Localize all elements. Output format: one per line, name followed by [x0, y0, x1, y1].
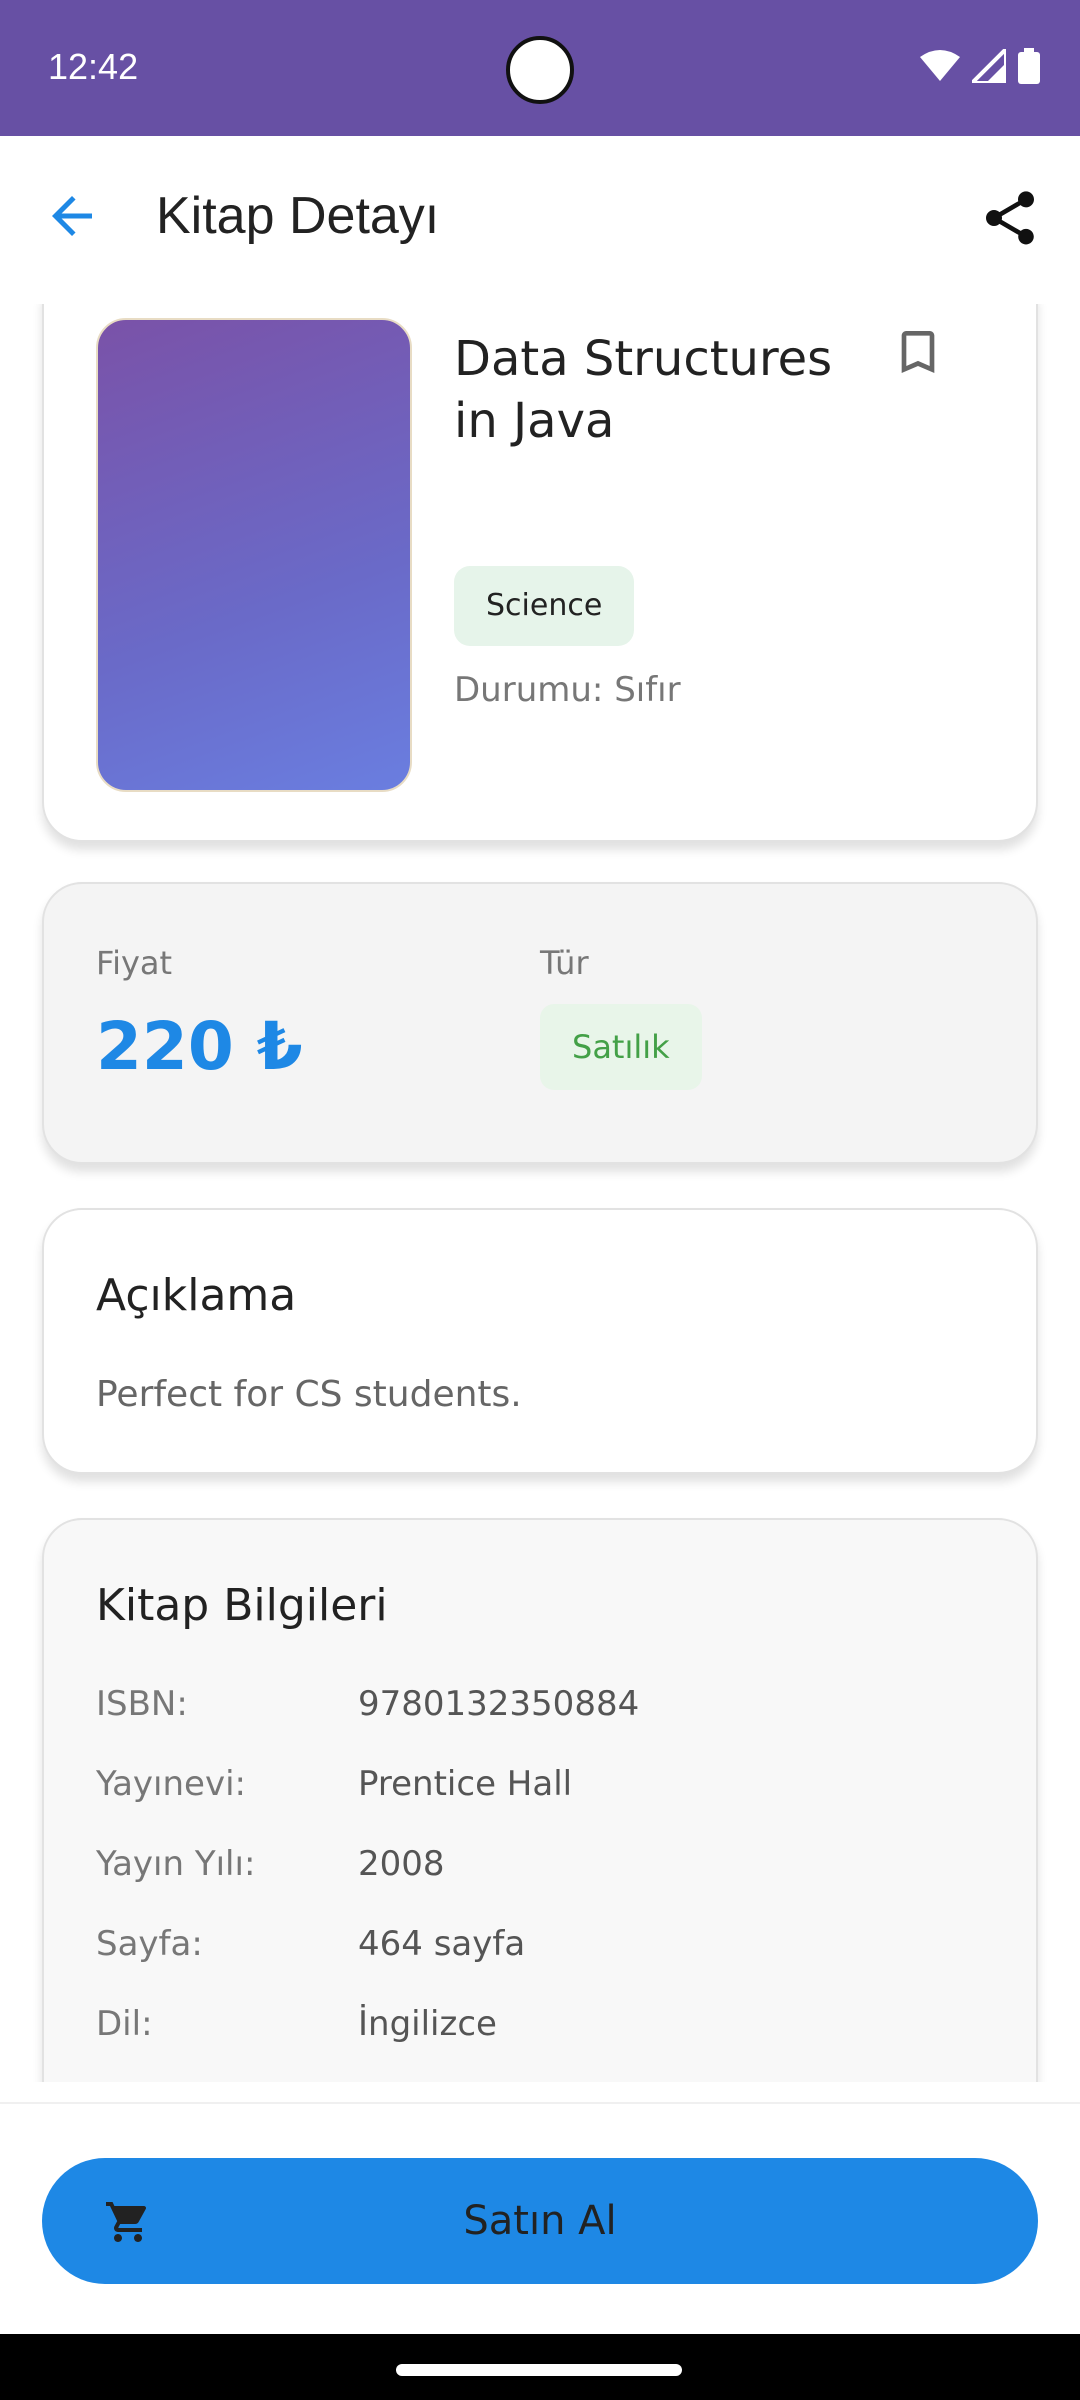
book-cover	[96, 318, 412, 792]
battery-icon	[1018, 48, 1040, 84]
info-key: Yayınevi:	[96, 1764, 246, 1804]
bottom-action-bar: Satın Al	[0, 2102, 1080, 2334]
info-title: Kitap Bilgileri	[96, 1580, 388, 1631]
back-button[interactable]	[42, 186, 102, 246]
price-value: 220 ₺	[96, 1008, 303, 1085]
buy-button[interactable]: Satın Al	[42, 2158, 1038, 2284]
share-icon	[986, 191, 1034, 245]
bookmark-button[interactable]	[890, 324, 946, 380]
bookmark-outline-icon	[901, 331, 935, 373]
navigation-bar	[0, 2334, 1080, 2400]
info-key: ISBN:	[96, 1684, 188, 1724]
status-bar: 12:42	[0, 0, 1080, 136]
price-card: Fiyat 220 ₺ Tür Satılık	[42, 882, 1038, 1164]
app-bar: Kitap Detayı	[0, 136, 1080, 304]
home-indicator[interactable]	[396, 2364, 682, 2376]
description-text: Perfect for CS students.	[96, 1374, 522, 1415]
status-icons	[920, 48, 1040, 84]
type-chip: Satılık	[540, 1004, 702, 1090]
status-time: 12:42	[48, 46, 139, 87]
buy-button-label: Satın Al	[463, 2198, 617, 2244]
type-label: Tür	[540, 944, 589, 982]
info-key: Dil:	[96, 2004, 153, 2044]
book-header-card: Data Structures in Java Science Durumu: …	[42, 304, 1038, 842]
book-info-card: Kitap Bilgileri ISBN: 9780132350884 Yayı…	[42, 1518, 1038, 2082]
info-value: 464 sayfa	[358, 1924, 526, 1964]
info-key: Sayfa:	[96, 1924, 203, 1964]
info-value: 9780132350884	[358, 1684, 640, 1724]
category-chip: Science	[454, 566, 635, 646]
info-value: İngilizce	[358, 2004, 497, 2044]
signal-icon	[972, 49, 1006, 83]
wifi-icon	[920, 50, 960, 81]
share-button[interactable]	[978, 186, 1042, 250]
arrow-back-icon	[52, 196, 92, 236]
info-value: Prentice Hall	[358, 1764, 573, 1804]
book-title: Data Structures in Java	[454, 331, 833, 449]
info-key: Yayın Yılı:	[96, 1844, 256, 1884]
content-scroll[interactable]: Data Structures in Java Science Durumu: …	[0, 304, 1080, 2082]
description-title: Açıklama	[96, 1270, 297, 1321]
condition-text: Durumu: Sıfır	[454, 670, 681, 710]
page-title: Kitap Detayı	[156, 187, 440, 245]
info-value: 2008	[358, 1844, 445, 1884]
camera-cutout	[506, 36, 574, 104]
description-card: Açıklama Perfect for CS students.	[42, 1208, 1038, 1474]
price-label: Fiyat	[96, 944, 173, 982]
